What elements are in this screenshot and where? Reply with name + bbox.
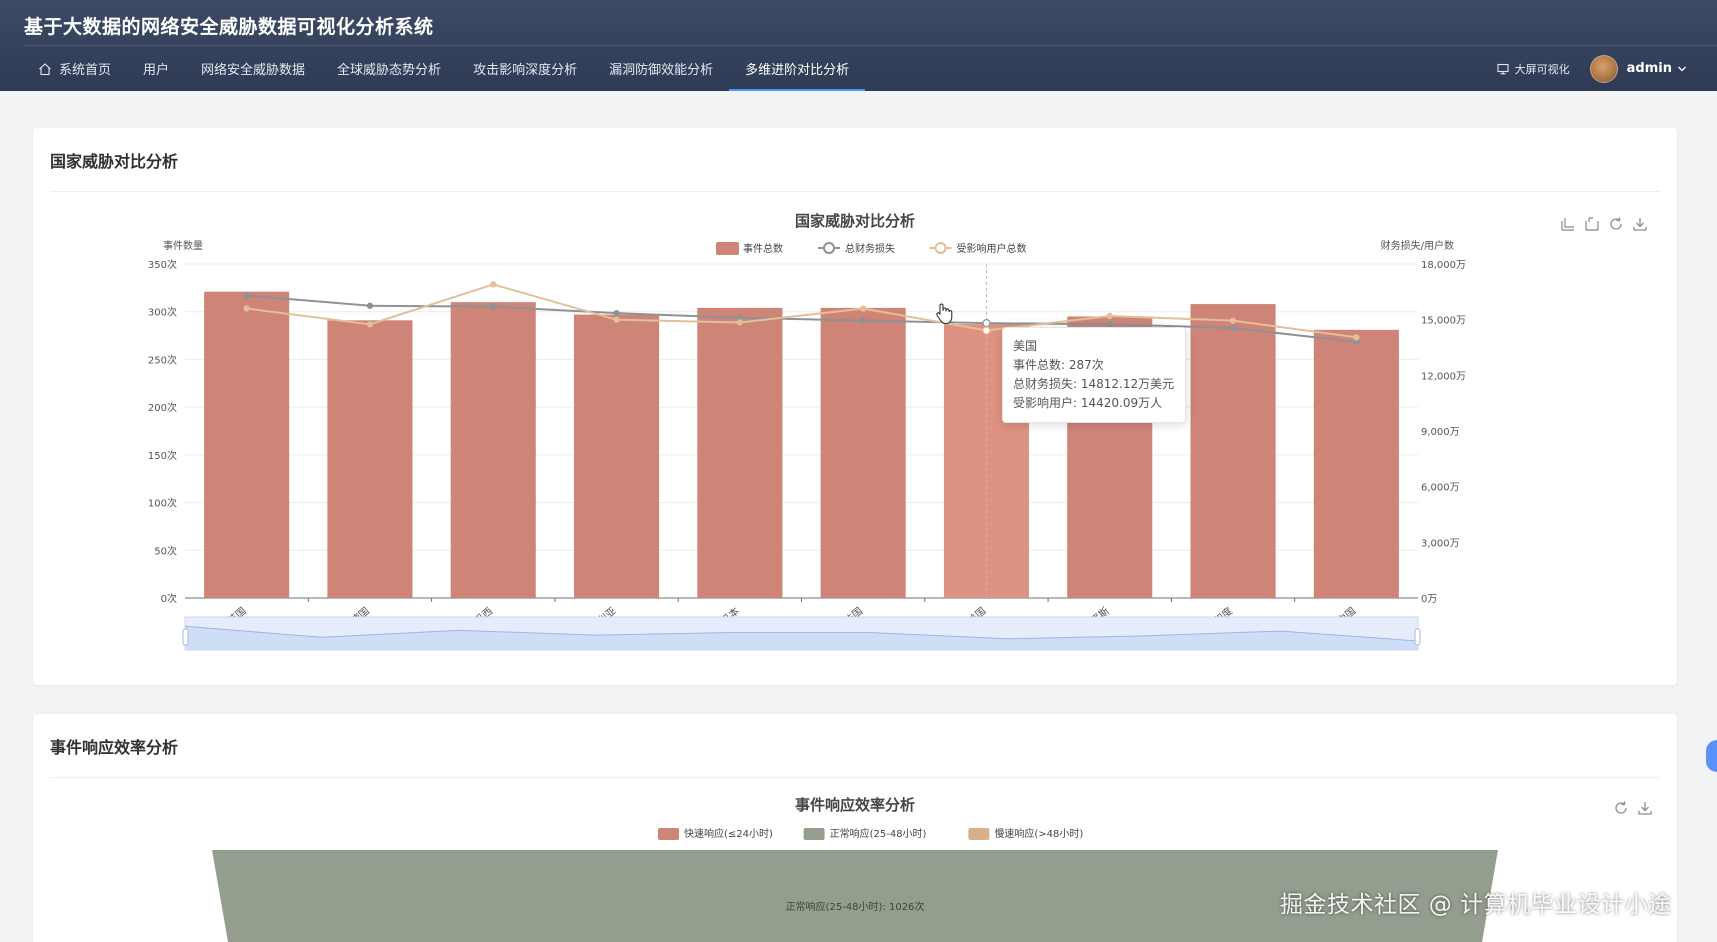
y-tick-left: 100次 [148, 497, 177, 510]
y-tick-right: 9,000万 [1421, 427, 1460, 438]
legend-swatch [658, 828, 679, 840]
line-point [366, 321, 374, 328]
line-point [243, 305, 250, 312]
line-point [1229, 324, 1237, 332]
tooltip-line: 事件总数: 287次 [1013, 358, 1104, 372]
tooltip-line: 总财务损失: 14812.12万美元 [1013, 377, 1175, 391]
chart-title: 事件响应效率分析 [795, 796, 915, 814]
line-point [613, 310, 620, 317]
legend-item[interactable]: 事件总数 [716, 242, 783, 255]
legend-label: 正常响应(25-48小时) [830, 827, 927, 840]
y-tick-right: 3,000万 [1421, 538, 1460, 549]
line-point [982, 326, 991, 335]
y-tick-right: 0万 [1421, 594, 1437, 605]
y-tick-left: 150次 [148, 449, 177, 462]
tooltip-title: 美国 [1013, 339, 1038, 353]
y-axis-right-title: 财务损失/用户数 [1381, 239, 1454, 252]
legend-swatch [716, 242, 739, 255]
legend-item[interactable]: 受影响用户总数 [929, 242, 1027, 255]
y-tick-left: 300次 [148, 306, 177, 319]
line-point [1229, 317, 1237, 324]
bar-日本 [697, 307, 783, 598]
tooltip-line: 受影响用户: 14420.09万人 [1013, 396, 1163, 410]
line-point [1353, 334, 1360, 341]
chart-title: 国家威胁对比分析 [795, 212, 915, 230]
legend-swatch [803, 828, 825, 840]
line-point [490, 281, 497, 288]
legend-label: 受影响用户总数 [957, 242, 1027, 255]
y-tick-right: 18,000万 [1421, 260, 1466, 271]
line-point [490, 303, 497, 310]
y-tick-right: 15,000万 [1421, 316, 1466, 327]
y-tick-right: 6,000万 [1421, 483, 1460, 494]
legend-marker [823, 242, 835, 254]
legend-label: 总财务损失 [845, 242, 895, 255]
y-tick-left: 250次 [148, 353, 177, 366]
legend-label: 事件总数 [743, 242, 783, 255]
hand-cursor-icon [936, 303, 953, 325]
datazoom-handle-left [182, 628, 189, 646]
charts-canvas: 国家威胁对比分析事件总数 总财务损失 受影响用户总数 事件数量 财务损失/用户数 0次 50… [148, 212, 1498, 942]
funnel-segment-label: 正常响应(25-48小时): 1026次 [786, 900, 925, 913]
legend-label: 快速响应(≤24小时) [684, 827, 773, 840]
side-float-button[interactable] [1706, 740, 1717, 772]
legend-item[interactable]: 总财务损失 [818, 242, 895, 255]
y-tick-left: 200次 [148, 401, 177, 414]
y-tick-left: 50次 [154, 544, 177, 557]
bar-巴西 [450, 302, 536, 598]
chart-tooltip: 美国 事件总数: 287次 总财务损失: 14812.12万美元 受影响用户: … [1002, 327, 1186, 423]
bar-英国 [204, 291, 290, 598]
line-point [613, 316, 620, 323]
y-tick-left: 0次 [161, 592, 177, 605]
line-point [736, 319, 743, 326]
line-point [1106, 312, 1113, 320]
line-point [860, 305, 867, 312]
line-series-2 [246, 283, 1357, 339]
line-point [366, 302, 374, 309]
bar-澳大利亚 [574, 314, 660, 598]
y-axis-left-title: 事件数量 [163, 239, 203, 252]
legend-label: 慢速响应(>48小时) [994, 827, 1083, 840]
bar-中国 [1313, 329, 1399, 598]
legend-swatch [968, 828, 990, 840]
y-tick-left: 350次 [148, 258, 177, 271]
legend-marker [934, 242, 947, 254]
y-tick-right: 12,000万 [1421, 371, 1466, 382]
line-point [243, 292, 250, 299]
watermark: 掘金技术社区 @ 计算机毕业设计小途 [1280, 892, 1672, 918]
datazoom-handle-right [1414, 628, 1421, 646]
bar-印度 [1190, 304, 1276, 598]
chart-legend: 事件总数 总财务损失 受影响用户总数 [716, 242, 1027, 255]
line-point [982, 319, 991, 328]
bar-德国 [327, 320, 413, 598]
bar-法国 [820, 307, 906, 598]
line-point [860, 317, 867, 324]
